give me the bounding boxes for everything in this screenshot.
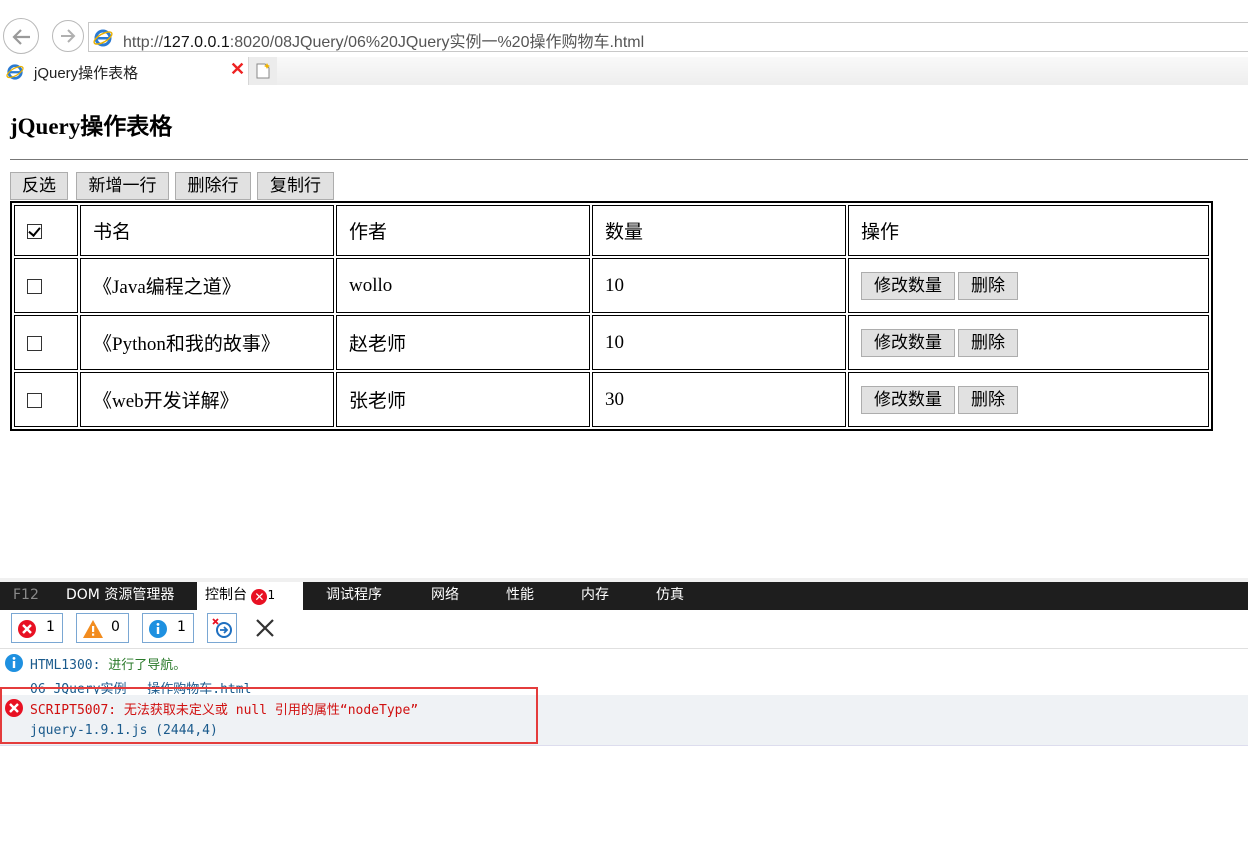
column-header: 数量 bbox=[592, 205, 846, 256]
warning-icon bbox=[83, 620, 103, 638]
row-select-cell bbox=[14, 315, 78, 370]
error-icon bbox=[18, 620, 36, 638]
row-checkbox[interactable] bbox=[27, 335, 42, 351]
info-count: 1 bbox=[177, 619, 186, 635]
page-content: jQuery操作表格 反选 新增一行 删除行 复制行 书名 作者 数量 操作 《… bbox=[0, 85, 1248, 578]
books-table: 书名 作者 数量 操作 《Java编程之道》 wollo 10 修改数量 删除 《… bbox=[10, 201, 1213, 431]
console-toolbar: 1 0 1 bbox=[0, 610, 1248, 648]
table-row: 《Java编程之道》 wollo 10 修改数量 删除 bbox=[14, 258, 1209, 313]
select-all-checkbox[interactable] bbox=[27, 223, 42, 239]
tab-memory[interactable]: 内存 bbox=[581, 582, 609, 610]
column-header: 书名 bbox=[80, 205, 334, 256]
new-tab-button[interactable] bbox=[249, 57, 278, 85]
devtools-panel: F12 DOM 资源管理器 控制台 ✕ 1 调试程序 网络 性能 内存 仿真 1 … bbox=[0, 578, 1248, 854]
tab-debugger[interactable]: 调试程序 bbox=[326, 582, 382, 610]
address-bar[interactable]: http://127.0.0.1:8020/08JQuery/06%20JQue… bbox=[88, 22, 1248, 52]
book-title: 《Java编程之道》 bbox=[80, 258, 334, 313]
new-tab-icon bbox=[256, 63, 270, 79]
row-checkbox[interactable] bbox=[27, 278, 42, 294]
book-title: 《web开发详解》 bbox=[80, 372, 334, 427]
tab-close-icon[interactable]: ✕ bbox=[230, 59, 245, 80]
edit-quantity-button[interactable]: 修改数量 bbox=[861, 271, 955, 300]
tab-console-label: 控制台 bbox=[205, 587, 247, 603]
browser-chrome: http://127.0.0.1:8020/08JQuery/06%20JQue… bbox=[0, 0, 1248, 85]
book-quantity: 10 bbox=[592, 315, 846, 370]
message-body: 进行了导航。 bbox=[108, 658, 187, 673]
book-quantity: 10 bbox=[592, 258, 846, 313]
ie-logo-icon bbox=[93, 29, 113, 47]
forward-arrow-icon bbox=[61, 29, 76, 43]
select-all-cell bbox=[14, 205, 78, 256]
divider bbox=[0, 648, 1248, 649]
edit-quantity-button[interactable]: 修改数量 bbox=[861, 385, 955, 414]
error-x-icon: ✕ bbox=[251, 589, 268, 605]
table-row: 《web开发详解》 张老师 30 修改数量 删除 bbox=[14, 372, 1209, 427]
book-quantity: 30 bbox=[592, 372, 846, 427]
info-icon bbox=[5, 654, 23, 672]
edit-quantity-button[interactable]: 修改数量 bbox=[861, 328, 955, 357]
console-error-count: 1 bbox=[267, 588, 276, 602]
book-author: 赵老师 bbox=[336, 315, 590, 370]
info-filter-button[interactable]: 1 bbox=[142, 613, 194, 643]
row-checkbox[interactable] bbox=[27, 392, 42, 408]
errors-filter-button[interactable]: 1 bbox=[11, 613, 63, 643]
tab-dom-explorer[interactable]: DOM 资源管理器 bbox=[66, 582, 174, 610]
warnings-count: 0 bbox=[111, 619, 120, 635]
add-row-button[interactable]: 新增一行 bbox=[76, 172, 169, 200]
info-icon bbox=[149, 620, 167, 638]
actions-cell: 修改数量 删除 bbox=[848, 315, 1209, 370]
column-header: 操作 bbox=[848, 205, 1209, 256]
errors-count: 1 bbox=[46, 619, 55, 635]
delete-button[interactable]: 删除 bbox=[958, 328, 1018, 357]
warnings-filter-button[interactable]: 0 bbox=[76, 613, 129, 643]
message-code: HTML1300: bbox=[30, 658, 109, 673]
delete-row-button[interactable]: 删除行 bbox=[175, 172, 251, 200]
url-text: http://127.0.0.1:8020/08JQuery/06%20JQue… bbox=[123, 34, 645, 51]
row-select-cell bbox=[14, 258, 78, 313]
book-author: wollo bbox=[336, 258, 590, 313]
table-header-row: 书名 作者 数量 操作 bbox=[14, 205, 1209, 256]
tab-console[interactable]: 控制台 ✕ 1 bbox=[197, 582, 303, 610]
copy-row-button[interactable]: 复制行 bbox=[257, 172, 334, 200]
ie-logo-icon bbox=[6, 64, 24, 80]
table-row: 《Python和我的故事》 赵老师 10 修改数量 删除 bbox=[14, 315, 1209, 370]
tab-network[interactable]: 网络 bbox=[431, 582, 459, 610]
clear-on-navigate-icon bbox=[212, 618, 232, 638]
invert-select-button[interactable]: 反选 bbox=[10, 172, 68, 200]
clear-on-navigate-button[interactable] bbox=[207, 613, 237, 643]
column-header: 作者 bbox=[336, 205, 590, 256]
message-text: HTML1300: 进行了导航。 bbox=[30, 654, 186, 673]
delete-button[interactable]: 删除 bbox=[958, 271, 1018, 300]
delete-button[interactable]: 删除 bbox=[958, 385, 1018, 414]
browser-tab[interactable]: jQuery操作表格 ✕ bbox=[0, 57, 249, 85]
back-button[interactable] bbox=[3, 18, 39, 54]
tab-title: jQuery操作表格 bbox=[34, 65, 139, 82]
tab-emulation[interactable]: 仿真 bbox=[656, 582, 684, 610]
tab-strip bbox=[277, 57, 1248, 85]
book-title: 《Python和我的故事》 bbox=[80, 315, 334, 370]
actions-cell: 修改数量 删除 bbox=[848, 258, 1209, 313]
row-select-cell bbox=[14, 372, 78, 427]
forward-button[interactable] bbox=[52, 20, 84, 52]
page-title: jQuery操作表格 bbox=[10, 114, 173, 139]
back-arrow-icon bbox=[12, 29, 30, 45]
divider bbox=[10, 159, 1248, 160]
clear-console-icon[interactable] bbox=[255, 618, 275, 638]
actions-cell: 修改数量 删除 bbox=[848, 372, 1209, 427]
error-highlight-box bbox=[0, 687, 538, 744]
f12-label: F12 bbox=[13, 587, 39, 603]
devtools-tabbar: F12 DOM 资源管理器 控制台 ✕ 1 调试程序 网络 性能 内存 仿真 bbox=[0, 582, 1248, 610]
book-author: 张老师 bbox=[336, 372, 590, 427]
tab-performance[interactable]: 性能 bbox=[506, 582, 534, 610]
